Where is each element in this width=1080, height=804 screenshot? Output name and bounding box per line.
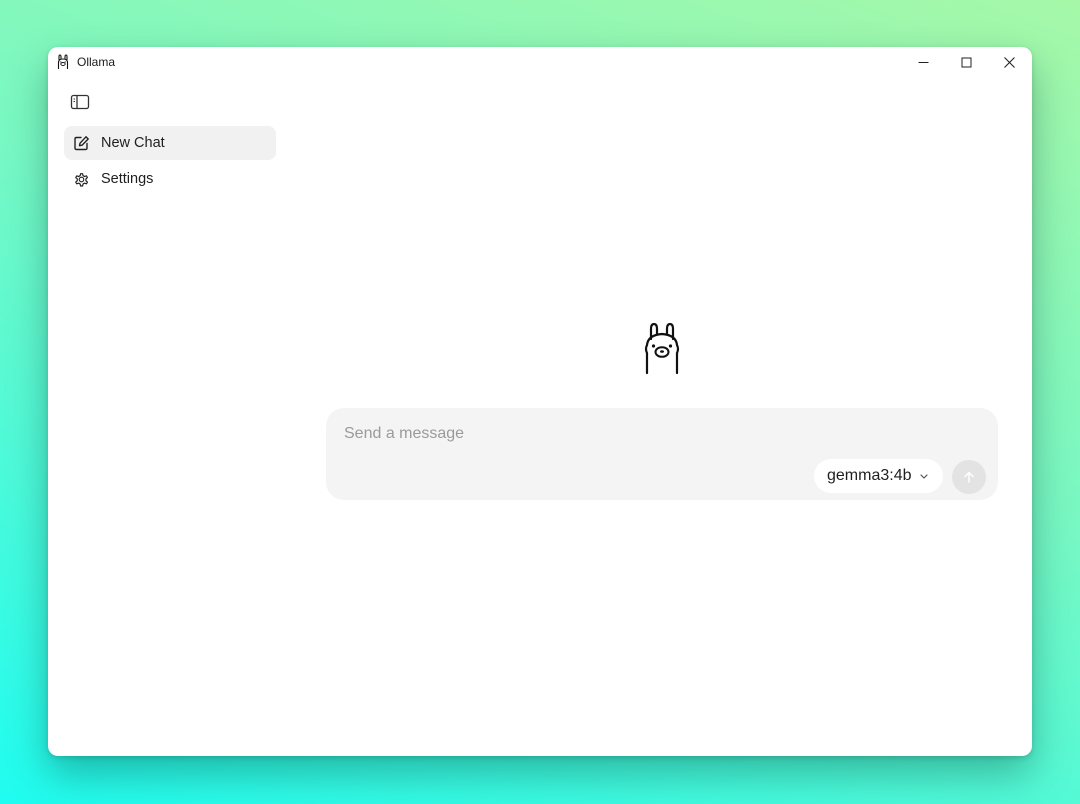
chevron-down-icon	[919, 471, 929, 481]
title-bar[interactable]: Ollama	[48, 47, 1032, 77]
sidebar-toggle-button[interactable]	[68, 91, 92, 113]
sidebar-item-label: New Chat	[101, 135, 165, 151]
arrow-up-icon	[964, 471, 974, 483]
window-title: Ollama	[77, 55, 116, 69]
llama-icon	[644, 323, 680, 375]
app-window: Ollama New Chat Settings Send a message …	[48, 47, 1032, 756]
message-composer: gemma3:4b	[326, 408, 998, 500]
maximize-button[interactable]	[945, 47, 987, 77]
close-icon	[1003, 56, 1015, 68]
send-button[interactable]	[952, 460, 986, 494]
maximize-icon	[961, 57, 971, 67]
llama-app-icon	[57, 54, 69, 69]
edit-icon	[72, 134, 90, 152]
sidebar-item-label: Settings	[101, 171, 154, 187]
model-selector[interactable]: gemma3:4b	[814, 459, 943, 493]
sidebar-toggle-icon	[70, 94, 90, 110]
sidebar-item-settings[interactable]: Settings	[64, 162, 276, 196]
close-button[interactable]	[988, 47, 1030, 77]
minimize-icon	[918, 61, 928, 63]
sidebar-item-new-chat[interactable]: New Chat	[64, 126, 276, 160]
minimize-button[interactable]	[902, 47, 944, 77]
model-name: gemma3:4b	[827, 467, 912, 484]
message-input[interactable]	[344, 422, 944, 446]
gear-icon	[72, 170, 90, 188]
